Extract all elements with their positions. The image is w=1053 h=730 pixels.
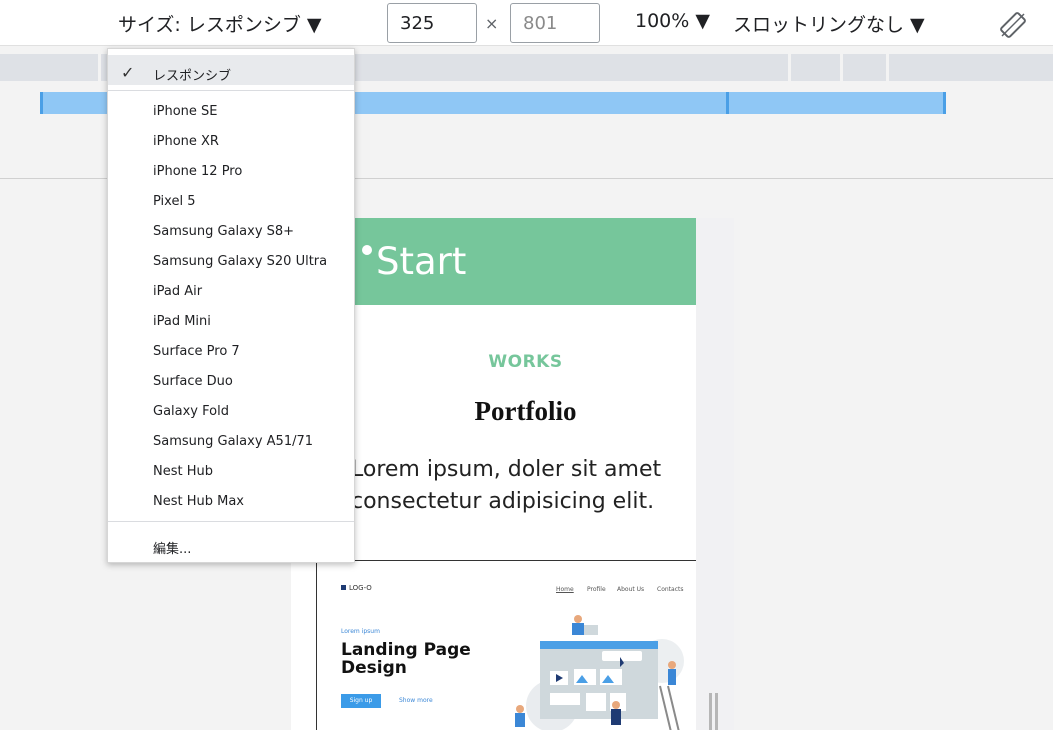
card-nav-profile: Profile (587, 586, 606, 593)
card-title-line-1: Landing Page (341, 640, 471, 660)
menu-item-edit[interactable]: 編集... (153, 538, 191, 557)
logo-text: LOG-O (349, 584, 372, 592)
logo-icon (341, 585, 346, 590)
dimension-separator: × (485, 14, 499, 33)
portfolio-description: Lorem ipsum, doler sit amet consectetur … (351, 454, 696, 518)
card-signup-button: Sign up (341, 694, 381, 708)
menu-item-galaxy-s20-ultra[interactable]: Samsung Galaxy S20 Ultra (153, 254, 327, 269)
menu-item-responsive[interactable]: ✓ レスポンシブ (108, 55, 354, 85)
menu-item-galaxy-fold[interactable]: Galaxy Fold (153, 404, 229, 419)
checkmark-icon: ✓ (121, 63, 135, 82)
card-logo: LOG-O (341, 584, 372, 592)
menu-divider (108, 90, 354, 91)
devtools-device-mode: { "toolbar": { "size_label": "サイズ: レスポンシ… (0, 0, 1053, 730)
menu-item-label: レスポンシブ (153, 69, 232, 84)
illustration-image (515, 615, 684, 730)
hero-title: Start (376, 240, 467, 283)
menu-item-nest-hub[interactable]: Nest Hub (153, 464, 213, 479)
card-nav-home: Home (556, 586, 574, 593)
size-dropdown[interactable]: サイズ: レスポンシブ ▼ (118, 10, 322, 37)
card-nav-contacts: Contacts (657, 586, 684, 593)
throttling-dropdown[interactable]: スロットリングなし ▼ (733, 10, 925, 37)
card-nav-about: About Us (617, 586, 645, 593)
rotate-icon[interactable] (998, 10, 1028, 40)
menu-item-iphone-xr[interactable]: iPhone XR (153, 134, 219, 149)
card-title-line-2: Design (341, 658, 407, 678)
card-show-more-link: Show more (399, 697, 433, 704)
menu-item-ipad-air[interactable]: iPad Air (153, 284, 202, 299)
size-dropdown-menu: ✓ レスポンシブ iPhone SE iPhone XR iPhone 12 P… (107, 48, 355, 563)
card-eyebrow: Lorem ipsum (341, 628, 380, 635)
card-title: Landing Page Design (341, 641, 471, 677)
portfolio-card[interactable]: LOG-O Home Profile About Us Contacts Lor… (316, 560, 696, 730)
width-input[interactable]: 325 (387, 3, 477, 43)
description-line-2: consectetur adipisicing elit. (351, 489, 655, 514)
menu-item-surface-duo[interactable]: Surface Duo (153, 374, 233, 389)
device-toolbar: サイズ: レスポンシブ ▼ 325 × 801 100% ▼ スロットリングなし… (0, 0, 1053, 46)
menu-divider (108, 521, 354, 522)
zoom-dropdown[interactable]: 100% ▼ (635, 10, 710, 32)
menu-item-iphone-12-pro[interactable]: iPhone 12 Pro (153, 164, 242, 179)
resize-handle-right[interactable] (715, 693, 718, 730)
menu-item-iphone-se[interactable]: iPhone SE (153, 104, 217, 119)
menu-item-galaxy-a51[interactable]: Samsung Galaxy A51/71 (153, 434, 313, 449)
menu-item-ipad-mini[interactable]: iPad Mini (153, 314, 211, 329)
menu-item-galaxy-s8[interactable]: Samsung Galaxy S8+ (153, 224, 294, 239)
menu-item-pixel-5[interactable]: Pixel 5 (153, 194, 195, 209)
viewport-resize-area[interactable] (696, 218, 734, 730)
logo-dot (362, 245, 372, 255)
menu-item-nest-hub-max[interactable]: Nest Hub Max (153, 494, 244, 509)
resize-handle-left[interactable] (709, 693, 712, 730)
menu-item-surface-pro-7[interactable]: Surface Pro 7 (153, 344, 240, 359)
height-input[interactable]: 801 (510, 3, 600, 43)
description-line-1: Lorem ipsum, doler sit amet (351, 457, 662, 482)
